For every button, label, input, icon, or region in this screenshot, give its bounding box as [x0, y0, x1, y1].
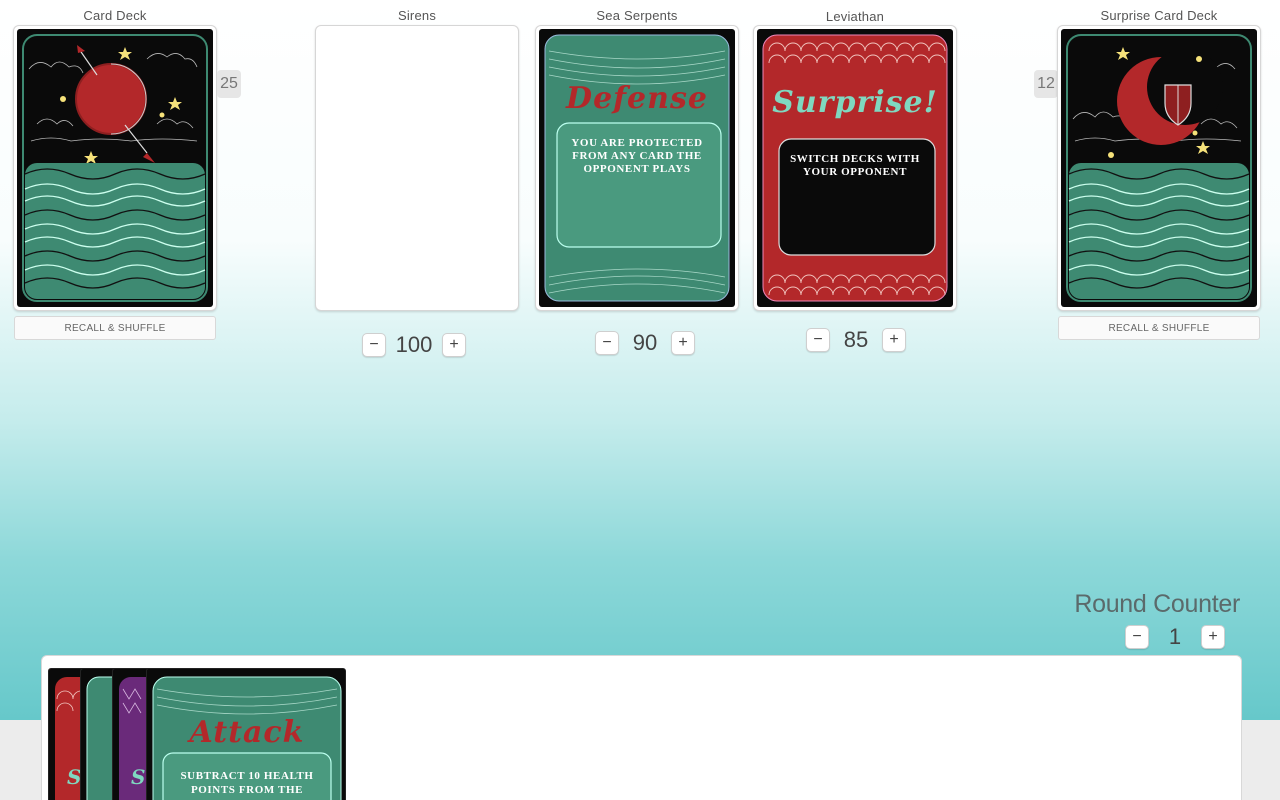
surprise-card-heading: Surprise!	[772, 85, 938, 120]
sea-serpents-plus-button[interactable]: +	[671, 331, 695, 355]
surprise-card: Surprise! Switch decks with your opponen…	[757, 29, 953, 307]
surprise-card-text: Switch decks with your opponent	[790, 153, 920, 178]
sea-serpents-value: 90	[632, 330, 658, 355]
sirens-plus-button[interactable]: +	[442, 333, 466, 357]
surprise-deck-pile[interactable]	[1057, 25, 1261, 311]
recall-shuffle-button-left[interactable]: RECALL & SHUFFLE	[14, 316, 216, 340]
round-minus-button[interactable]: −	[1125, 625, 1149, 649]
sea-serpents-card-slot[interactable]: Defense You are protected from any card …	[535, 25, 739, 311]
leviathan-title: Leviathan	[825, 9, 885, 24]
sea-serpents-minus-button[interactable]: −	[595, 331, 619, 355]
sirens-card-slot[interactable]	[315, 25, 519, 311]
surprise-deck-count: 12	[1034, 70, 1058, 98]
surprise-deck-title: Surprise Card Deck	[1100, 8, 1218, 23]
attack-card-text: Subtract 10 health points from the	[180, 770, 314, 796]
hand-card-attack[interactable]: Attack Subtract 10 health points from th…	[146, 668, 346, 800]
recall-shuffle-button-right[interactable]: RECALL & SHUFFLE	[1058, 316, 1260, 340]
surprise-card-back-art	[1066, 34, 1252, 302]
player-hand-panel: S S Attack Subtract 10 health points fro…	[41, 655, 1242, 800]
card-back-crescent	[1061, 29, 1257, 307]
defense-card: Defense You are protected from any card …	[539, 29, 735, 307]
leviathan-plus-button[interactable]: +	[882, 328, 906, 352]
sirens-counter: − 100 +	[362, 332, 466, 358]
sea-serpents-counter: − 90 +	[595, 330, 695, 356]
leviathan-minus-button[interactable]: −	[806, 328, 830, 352]
leviathan-value: 85	[843, 327, 869, 352]
round-plus-button[interactable]: +	[1201, 625, 1225, 649]
sirens-title: Sirens	[397, 8, 437, 23]
round-value: 1	[1168, 624, 1182, 649]
sea-serpents-title: Sea Serpents	[596, 8, 678, 23]
hand-card-3-heading: S	[131, 765, 146, 789]
sirens-value: 100	[395, 332, 433, 357]
round-counter-title: Round Counter	[1074, 590, 1240, 618]
card-deck-count: 25	[217, 70, 241, 98]
leviathan-card-slot[interactable]: Surprise! Switch decks with your opponen…	[753, 25, 957, 311]
card-deck-title: Card Deck	[83, 8, 147, 23]
card-back-moon	[17, 29, 213, 307]
defense-card-text: You are protected from any card the oppo…	[571, 137, 703, 175]
card-back-art	[22, 34, 208, 302]
leviathan-counter: − 85 +	[806, 327, 906, 353]
card-deck-pile[interactable]	[13, 25, 217, 311]
round-counter: − 1 +	[1125, 624, 1225, 650]
defense-card-heading: Defense	[566, 81, 708, 116]
attack-card-heading: Attack	[189, 715, 305, 750]
sirens-minus-button[interactable]: −	[362, 333, 386, 357]
